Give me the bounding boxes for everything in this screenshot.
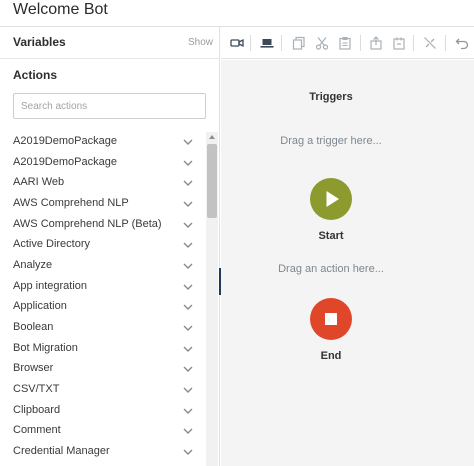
action-item-label: Boolean — [13, 321, 54, 333]
undo-icon[interactable] — [455, 36, 469, 50]
variables-label: Variables — [13, 35, 66, 49]
search-box[interactable] — [13, 93, 206, 119]
left-panel: Variables Show Actions A2019DemoPackage … — [0, 27, 220, 466]
action-item[interactable]: Analyze — [0, 256, 205, 276]
action-item-label: Analyze — [13, 259, 53, 271]
actions-list: A2019DemoPackage A2019DemoPackage AARI W… — [0, 132, 205, 466]
editor-toolbar — [221, 27, 474, 59]
action-item-label: Browser — [13, 362, 54, 374]
scroll-up-arrow-icon[interactable] — [206, 132, 218, 142]
action-item-label: Bot Migration — [13, 342, 78, 354]
action-drop-zone[interactable]: Drag an action here... — [221, 263, 441, 275]
copy-icon[interactable] — [292, 36, 306, 50]
chevron-down-icon[interactable] — [181, 198, 195, 210]
action-item[interactable]: Active Directory — [0, 235, 205, 255]
search-actions-input[interactable] — [14, 94, 205, 118]
scroll-thumb[interactable] — [207, 144, 217, 218]
start-label: Start — [318, 230, 344, 242]
laptop-icon[interactable] — [260, 36, 274, 50]
toolbar-separator — [360, 35, 361, 51]
flow-canvas[interactable]: Triggers Drag a trigger here... Start Dr… — [221, 60, 474, 466]
action-item[interactable]: Comment — [0, 421, 205, 441]
paste-icon[interactable] — [338, 36, 352, 50]
chevron-down-icon[interactable] — [181, 425, 195, 437]
action-item-label: Comment — [13, 424, 61, 436]
unlink-icon[interactable] — [423, 36, 437, 50]
triggers-label: Triggers — [309, 91, 353, 103]
chevron-down-icon[interactable] — [181, 446, 195, 458]
toolbar-separator — [413, 35, 414, 51]
title-bar: Welcome Bot — [0, 0, 474, 27]
action-item-label: AWS Comprehend NLP — [13, 197, 129, 209]
action-item-label: App integration — [13, 280, 87, 292]
end-node[interactable] — [310, 298, 352, 340]
chevron-down-icon[interactable] — [181, 301, 195, 313]
action-item[interactable]: AWS Comprehend NLP (Beta) — [0, 215, 205, 235]
variables-header[interactable]: Variables Show — [0, 27, 220, 59]
action-item[interactable]: A2019DemoPackage — [0, 153, 205, 173]
action-item[interactable]: A2019DemoPackage — [0, 132, 205, 152]
chevron-down-icon[interactable] — [181, 343, 195, 355]
chevron-down-icon[interactable] — [181, 177, 195, 189]
action-item[interactable]: CSV/TXT — [0, 380, 205, 400]
action-item-label: Application — [13, 300, 67, 312]
action-item-label: AWS Comprehend NLP (Beta) — [13, 218, 162, 230]
action-item[interactable]: Bot Migration — [0, 339, 205, 359]
chevron-down-icon[interactable] — [181, 219, 195, 231]
action-item-label: A2019DemoPackage — [13, 135, 117, 147]
chevron-down-icon[interactable] — [181, 405, 195, 417]
chevron-down-icon[interactable] — [181, 322, 195, 334]
action-item-label: Clipboard — [13, 404, 61, 416]
action-item[interactable]: Clipboard — [0, 401, 205, 421]
play-icon — [326, 191, 339, 207]
toolbar-separator — [281, 35, 282, 51]
toolbar-separator — [250, 35, 251, 51]
action-item[interactable]: Application — [0, 297, 205, 317]
disable-icon[interactable] — [392, 36, 406, 50]
action-item[interactable]: Browser — [0, 359, 205, 379]
action-item-label: Credential Manager — [13, 445, 110, 457]
action-item[interactable]: Credential Manager — [0, 442, 205, 462]
variables-show-toggle[interactable]: Show — [188, 37, 213, 48]
action-item-label: CSV/TXT — [13, 383, 60, 395]
action-item-label: A2019DemoPackage — [13, 156, 117, 168]
chevron-down-icon[interactable] — [181, 281, 195, 293]
chevron-down-icon[interactable] — [181, 239, 195, 251]
enable-icon[interactable] — [369, 36, 383, 50]
chevron-down-icon[interactable] — [181, 157, 195, 169]
action-item-label: Active Directory — [13, 238, 91, 250]
chevron-down-icon[interactable] — [181, 384, 195, 396]
chevron-down-icon[interactable] — [181, 136, 195, 148]
chevron-down-icon[interactable] — [181, 260, 195, 272]
stop-icon — [325, 313, 337, 325]
action-item[interactable]: AARI Web — [0, 173, 205, 193]
end-label: End — [320, 350, 342, 362]
actions-scrollbar[interactable] — [206, 132, 218, 466]
trigger-drop-zone[interactable]: Drag a trigger here... — [221, 135, 441, 147]
bot-title: Welcome Bot — [13, 1, 108, 18]
toolbar-separator — [445, 35, 446, 51]
video-camera-icon[interactable] — [230, 36, 244, 50]
cut-icon[interactable] — [315, 36, 329, 50]
action-item[interactable]: App integration — [0, 277, 205, 297]
action-item[interactable]: AWS Comprehend NLP — [0, 194, 205, 214]
action-item[interactable]: Boolean — [0, 318, 205, 338]
chevron-down-icon[interactable] — [181, 363, 195, 375]
action-item-label: AARI Web — [13, 176, 65, 188]
start-node[interactable] — [310, 178, 352, 220]
actions-label: Actions — [13, 68, 58, 82]
